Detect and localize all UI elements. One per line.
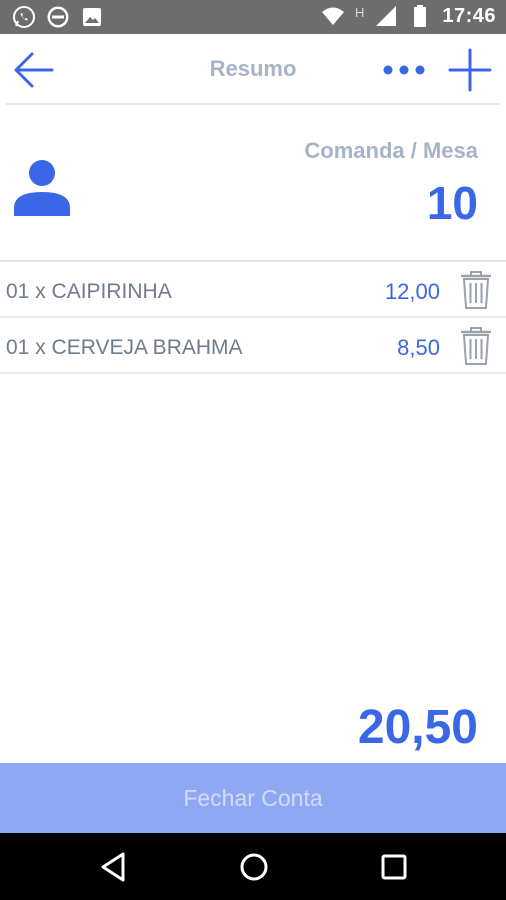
home-circle-icon[interactable] [236,849,272,885]
list-item[interactable]: 01 x CAIPIRINHA 12,00 [0,262,506,318]
h-signal-icon: H [354,4,365,20]
system-icons: H 17:46 [321,4,496,28]
order-total: 20,50 [357,701,478,754]
battery-icon [414,5,427,27]
app-badge-icon [47,6,69,28]
whatsapp-icon [13,6,35,28]
item-name: 01 x CAIPIRINHA [6,280,172,303]
signal-icon [376,6,397,26]
trash-icon[interactable] [458,326,494,366]
close-account-button[interactable]: Fechar Conta [0,763,506,833]
trash-icon[interactable] [458,270,494,310]
order-item-list: 01 x CAIPIRINHA 12,00 01 x CERVEJA BRAHM… [0,262,506,374]
image-icon [83,8,101,26]
wifi-icon [321,7,344,25]
navigation-bar [0,833,506,900]
status-bar: H 17:46 [0,0,506,34]
item-name: 01 x CERVEJA BRAHMA [6,336,243,359]
comanda-label: Comanda / Mesa [304,138,478,163]
plus-icon[interactable] [448,48,492,92]
item-price: 8,50 [397,335,440,360]
header-divider [6,103,500,105]
app-header: Resumo [0,34,506,104]
back-triangle-icon[interactable] [96,849,132,885]
list-item[interactable]: 01 x CERVEJA BRAHMA 8,50 [0,318,506,374]
recents-square-icon[interactable] [376,849,412,885]
page-title: Resumo [209,56,297,81]
status-time: 17:46 [442,4,496,27]
notification-icons [12,5,104,29]
person-icon [14,160,70,216]
comanda-number: 10 [426,177,478,229]
more-dots-icon[interactable] [380,52,428,88]
item-price: 12,00 [384,279,440,304]
